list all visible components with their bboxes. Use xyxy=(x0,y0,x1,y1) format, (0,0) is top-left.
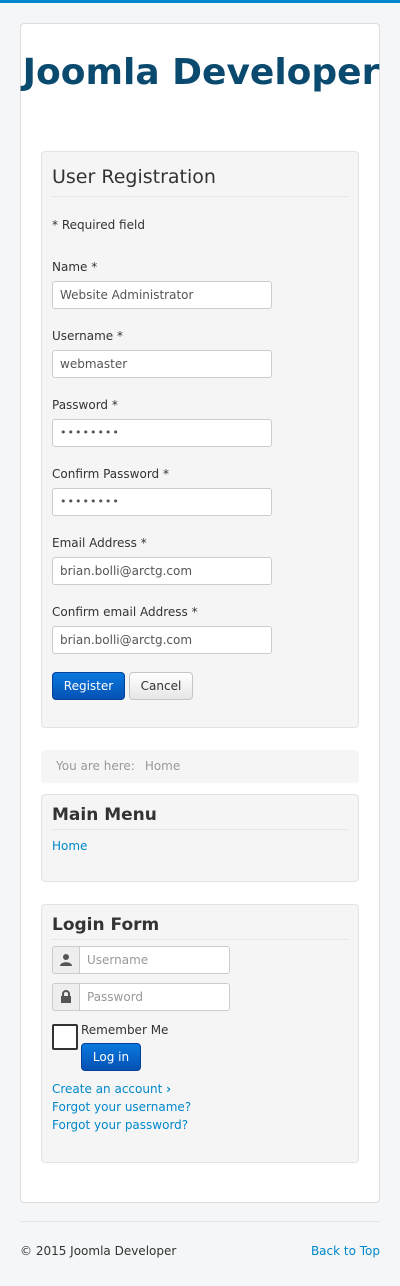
page-container: Joomla Developer User Registration * Req… xyxy=(20,23,380,1203)
confirm-email-label: Confirm email Address * xyxy=(52,605,198,619)
registration-form: User Registration * Required field Name … xyxy=(41,151,359,728)
username-label: Username * xyxy=(52,329,123,343)
copyright-text: © 2015 Joomla Developer xyxy=(20,1244,177,1258)
confirm-password-field[interactable]: •••••••• xyxy=(52,488,272,516)
menu-item-home[interactable]: Home xyxy=(52,839,87,853)
login-username-input[interactable]: Username xyxy=(79,946,230,974)
remember-me-label: Remember Me xyxy=(81,1023,169,1037)
main-menu-module: Main Menu Home xyxy=(41,794,359,882)
breadcrumb: You are here: Home xyxy=(41,750,359,783)
breadcrumb-home: Home xyxy=(144,759,181,773)
email-field[interactable]: brian.bolli@arctg.com xyxy=(52,557,272,585)
remember-me-checkbox[interactable] xyxy=(52,1024,78,1050)
lock-icon xyxy=(52,983,80,1011)
required-note: * Required field xyxy=(52,218,145,232)
create-account-link[interactable]: Create an account › xyxy=(52,1082,171,1096)
name-label: Name * xyxy=(52,260,98,274)
forgot-username-link[interactable]: Forgot your username? xyxy=(52,1100,191,1114)
login-password-input[interactable]: Password xyxy=(79,983,230,1011)
user-icon xyxy=(52,946,80,974)
login-form-module: Login Form Username Password Remember Me… xyxy=(41,904,359,1163)
confirm-password-label: Confirm Password * xyxy=(52,467,169,481)
login-button[interactable]: Log in xyxy=(81,1043,141,1071)
footer-divider xyxy=(20,1221,380,1222)
register-button[interactable]: Register xyxy=(52,672,125,700)
password-label: Password * xyxy=(52,398,118,412)
confirm-email-field[interactable]: brian.bolli@arctg.com xyxy=(52,626,272,654)
name-field[interactable]: Website Administrator xyxy=(52,281,272,309)
cancel-button[interactable]: Cancel xyxy=(129,672,193,700)
main-menu-title: Main Menu xyxy=(52,805,348,830)
registration-legend: User Registration xyxy=(52,166,348,197)
back-to-top-link[interactable]: Back to Top xyxy=(311,1244,380,1258)
login-form-title: Login Form xyxy=(52,915,348,940)
password-field[interactable]: •••••••• xyxy=(52,419,272,447)
forgot-password-link[interactable]: Forgot your password? xyxy=(52,1118,188,1132)
breadcrumb-prefix: You are here: xyxy=(56,759,135,773)
username-field[interactable]: webmaster xyxy=(52,350,272,378)
chevron-right-icon: › xyxy=(166,1082,172,1096)
email-label: Email Address * xyxy=(52,536,147,550)
create-account-label: Create an account xyxy=(52,1082,163,1096)
site-title[interactable]: Joomla Developer xyxy=(21,50,381,96)
